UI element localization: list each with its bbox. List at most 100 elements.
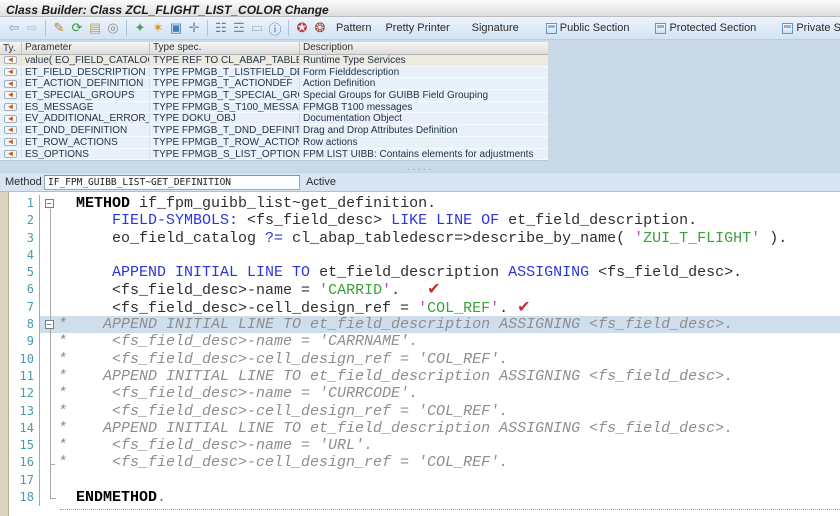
forward-icon[interactable]: ⇨ [23,19,41,37]
parameter-row[interactable]: ◄ ES_OPTIONS TYPE FPMGB_S_LIST_OPTIONS FPM … [0,148,548,161]
code-line[interactable]: 14 * APPEND INITIAL LINE TO et_field_desc… [0,419,840,438]
code-segment: cl_abap_tabledescr=>describe_by_name( [283,229,635,247]
code-segment: * <fs_field_desc>-cell_design_ref = 'COL… [58,454,509,472]
sort-icon[interactable]: ☲ [230,19,248,37]
syntax-check-icon[interactable]: ❂ [311,19,329,37]
parameter-type-cell: ◄ [0,90,22,101]
parameter-description-cell: Runtime Type Services [303,55,406,66]
refresh-icon[interactable]: ⟳ [68,19,86,37]
window-title: Class Builder: Class ZCL_FLIGHT_LIST_COL… [6,3,329,17]
code-segment: if_fpm_guibb_list~get_definition. [130,195,437,212]
parameter-row[interactable]: ◄ ET_DND_DEFINITION TYPE FPMGB_T_DND_DEFIN… [0,125,548,137]
toolbar-separator [45,20,46,36]
section-icon [655,22,667,34]
navigate-icon[interactable]: ✛ [185,19,203,37]
parameter-row[interactable]: ◄ EV_ADDITIONAL_ERROR_INFOTYPE DOKU_OBJDo… [0,113,548,126]
code-line[interactable]: 1− METHOD if_fpm_guibb_list~get_definiti… [0,195,840,213]
end-of-method-divider [60,509,840,510]
code-line[interactable]: 3 eo_field_catalog ?= cl_abap_tabledescr… [0,229,840,247]
copy-icon[interactable]: ▤ [86,19,104,37]
pattern-button[interactable]: Pattern [329,20,378,36]
section-icon [782,22,794,34]
test-icon[interactable]: ▣ [167,19,185,37]
exporting-parameter-icon: ◄ [4,56,17,65]
code-segment: ENDMETHOD [76,489,158,507]
code-text: * APPEND INITIAL LINE TO et_field_descri… [58,368,733,385]
where-used-icon[interactable]: ✦ [131,19,149,37]
info-icon[interactable]: ⓘ [266,19,284,37]
parameter-row[interactable]: ◄ value( EO_FIELD_CATALOG ) TYPE REF TO CL… [0,55,548,67]
breakpoint-gutter[interactable] [0,192,9,516]
code-segment: ' [418,299,428,317]
parameter-description-cell: Form Fielddescription [303,66,400,78]
parameter-row[interactable]: ◄ ET_ACTION_DEFINITION TYPE FPMGB_T_ACTION… [0,78,548,91]
code-text: ENDMETHOD. [58,489,166,506]
hierarchy-icon[interactable]: ☷ [212,19,230,37]
code-line[interactable]: 9 * <fs_field_desc>-name = 'CARRNAME'. [0,333,840,351]
exporting-parameter-icon: ◄ [4,126,17,135]
column-header[interactable]: Description [300,42,548,54]
parameters-table: Ty. Parameter Type spec. Description ◄ value… [0,42,548,162]
line-body: * <fs_field_desc>-name = 'CURRCODE'. [40,385,840,402]
application-toolbar: ⇦ ⇨ ✎ ⟳ ▤ ◎ ✦ ✶ ▣ ✛ ☷ ☲ ▭ ⓘ ✪ ❂ Pattern Pretty Printer … [0,17,840,40]
section-button-label: Protected Section [669,22,757,34]
parameter-typespec-cell: TYPE FPMGB_S_LIST_OPTIONS [150,148,300,160]
column-header[interactable]: Ty. [0,42,22,54]
parameter-type-cell: ◄ [0,78,22,90]
parameter-row[interactable]: ◄ ET_FIELD_DESCRIPTION TYPE FPMGB_T_LISTFI… [0,66,548,79]
parameter-row[interactable]: ◄ ET_ROW_ACTIONS TYPE FPMGB_T_ROW_ACTION Ro… [0,136,548,149]
deactivate-icon[interactable]: ◎ [104,19,122,37]
code-editor[interactable]: 1− METHOD if_fpm_guibb_list~get_definiti… [0,192,840,516]
toolbar-icon-group: ⇦ ⇨ ✎ ⟳ ▤ ◎ ✦ ✶ ▣ ✛ ☷ ☲ ▭ ⓘ ✪ ❂ [5,19,329,37]
column-header[interactable]: Type spec. [150,42,300,54]
back-icon[interactable]: ⇦ [5,19,23,37]
section-button-protected-section[interactable]: Protected Section [649,20,762,36]
signature-button[interactable]: Signature [465,20,526,36]
code-line[interactable]: 5 APPEND INITIAL LINE TO et_field_descri… [0,264,840,282]
code-line[interactable]: 16 * <fs_field_desc>-cell_design_ref = 'C… [0,454,840,472]
parameter-description-cell: Drag and Drop Attributes Definition [303,125,458,136]
section-button-public-section[interactable]: Public Section [540,20,636,36]
code-line[interactable]: 2 FIELD-SYMBOLS: <fs_field_desc> LIKE LI… [0,212,840,230]
code-line[interactable]: 17 [0,471,840,490]
fold-collapse-icon[interactable]: − [44,320,54,330]
column-header[interactable]: Parameter [22,42,150,54]
fold-collapse-icon[interactable]: − [44,199,54,209]
code-segment: * <fs_field_desc>-name = 'URL'. [58,437,374,455]
fold-connector-comment [50,330,51,464]
layout-icon[interactable]: ▭ [248,19,266,37]
method-name-input[interactable] [44,174,300,190]
line-body: * <fs_field_desc>-name = 'URL'. [40,437,840,454]
activate-icon[interactable]: ✶ [149,19,167,37]
line-body: <fs_field_desc>-name = 'CARRID'. ✔ [40,281,840,298]
code-line[interactable]: 12 * <fs_field_desc>-name = 'CURRCODE'. [0,385,840,403]
exporting-parameter-icon: ◄ [4,91,17,100]
line-body: − METHOD if_fpm_guibb_list~get_definitio… [40,195,840,212]
parameter-row[interactable]: ◄ ES_MESSAGE TYPE FPMGB_S_T100_MESSAGE FPMG… [0,101,548,114]
parameter-description-cell: FPM LIST UIBB: Contains elements for adj… [303,148,534,160]
code-segment: <fs_field_desc>. [589,264,743,282]
exporting-parameter-icon: ◄ [4,68,17,77]
code-segment: APPEND INITIAL LINE TO [112,264,311,282]
code-line[interactable]: 8− * APPEND INITIAL LINE TO et_field_desc… [0,316,840,334]
code-line[interactable]: 6 <fs_field_desc>-name = 'CARRID'. ✔ [0,281,840,299]
pretty-printer-button[interactable]: Pretty Printer [378,20,456,36]
toolbar-separator [288,20,289,36]
section-button-private-section[interactable]: Private Section [776,20,840,36]
display-change-icon[interactable]: ✎ [50,19,68,37]
check-icon[interactable]: ✪ [293,19,311,37]
code-line[interactable]: 18 ENDMETHOD. [0,489,840,507]
code-line[interactable]: 7 <fs_field_desc>-cell_design_ref = 'COL… [0,298,840,317]
parameter-type-cell: ◄ [0,125,22,136]
code-segment: * APPEND INITIAL LINE TO et_field_descri… [58,367,734,385]
code-line[interactable]: 4 [0,246,840,265]
parameter-row[interactable]: ◄ ET_SPECIAL_GROUPS TYPE FPMGB_T_SPECIAL_G… [0,90,548,102]
code-line[interactable]: 15 * <fs_field_desc>-name = 'URL'. [0,437,840,455]
code-line[interactable]: 11 * APPEND INITIAL LINE TO et_field_desc… [0,367,840,386]
parameter-typespec-cell: TYPE FPMGB_T_ACTIONDEF [150,78,300,90]
code-line[interactable]: 13 * <fs_field_desc>-cell_design_ref = 'C… [0,402,840,420]
code-line[interactable]: 10 * <fs_field_desc>-cell_design_ref = 'C… [0,350,840,368]
